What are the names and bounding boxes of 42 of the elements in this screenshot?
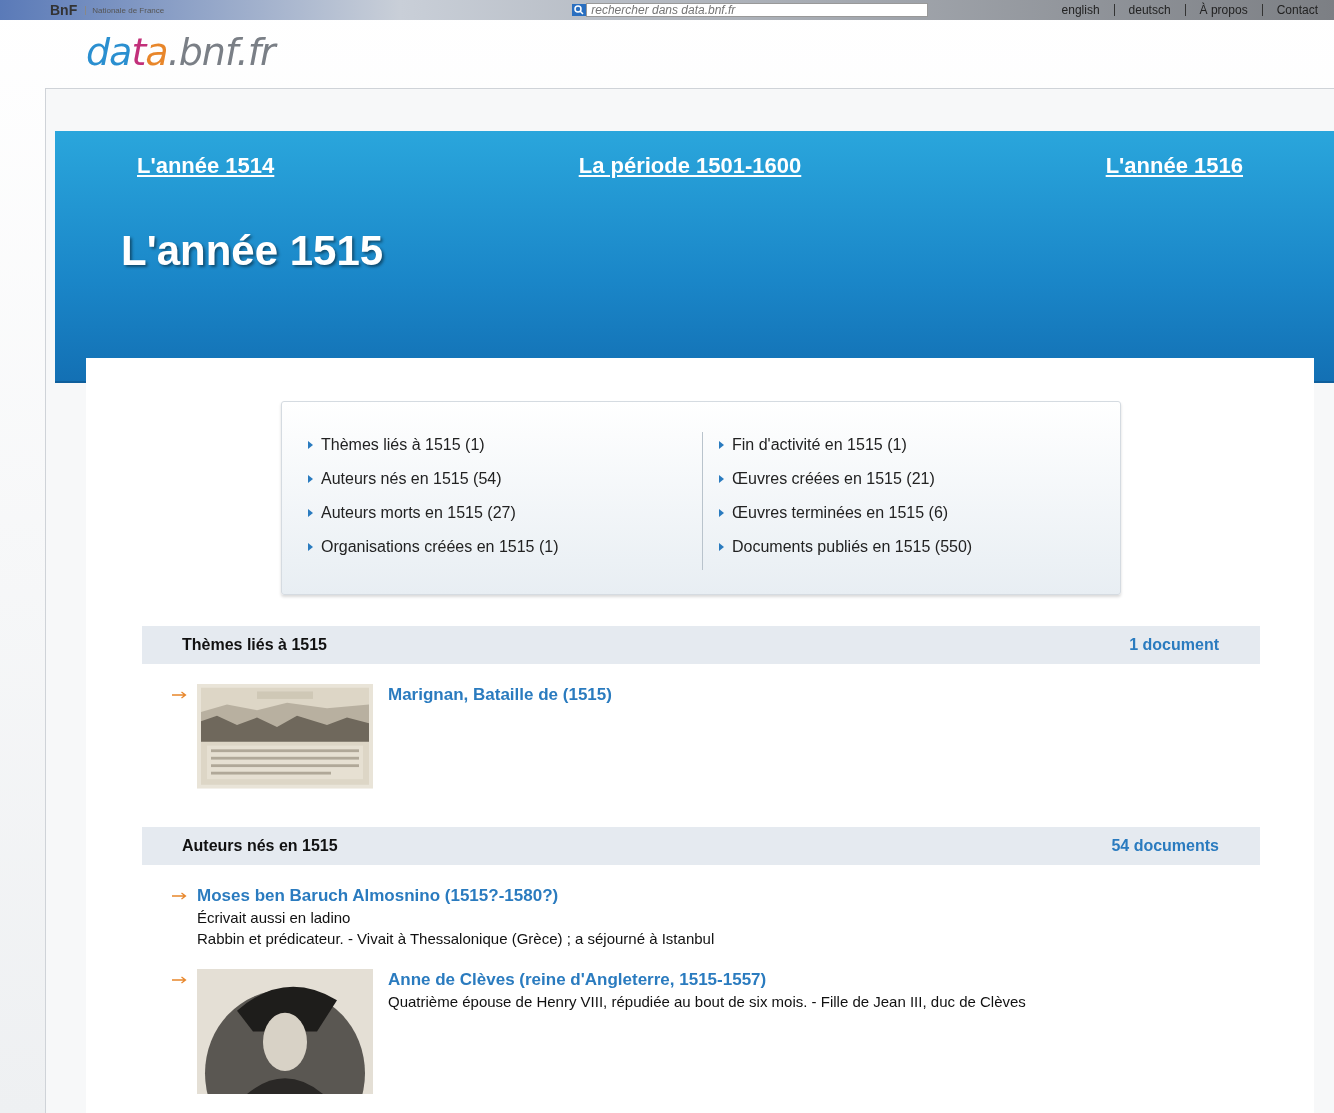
bullet-icon: [719, 475, 724, 483]
result-title-link[interactable]: Anne de Clèves (reine d'Angleterre, 1515-1557): [388, 970, 767, 989]
bullet-icon: [308, 475, 313, 483]
search-icon: [572, 4, 587, 16]
search-field[interactable]: rechercher dans data.bnf.fr: [586, 3, 929, 17]
bullet-icon: [719, 543, 724, 551]
section-title: Auteurs nés en 1515: [182, 837, 338, 855]
arrow-icon: [172, 976, 187, 984]
result-description: Écrivait aussi en ladino: [197, 908, 352, 928]
summary-link[interactable]: Œuvres créées en 1515 (21): [732, 470, 935, 488]
arrow-icon: [172, 691, 187, 699]
section-title: Thèmes liés à 1515: [182, 636, 327, 654]
summary-link[interactable]: Organisations créées en 1515 (1): [321, 538, 559, 556]
summary-link[interactable]: Documents publiés en 1515 (550): [732, 538, 973, 556]
site-logo[interactable]: data.bnf.fr: [0, 20, 1334, 88]
page-title: L'année 1515: [121, 227, 385, 275]
nav-link[interactable]: Contact: [1276, 3, 1318, 17]
result-description: Quatrième épouse de Henry VIII, répudiée au bout de six mois. - Fille de Jean III, duc de Clèves: [388, 992, 1026, 1012]
result-description: Rabbin et prédicateur. - Vivait à Thessalonique (Grèce) ; a séjourné à Istanbul: [197, 929, 715, 949]
result-title-link[interactable]: Marignan, Bataille de (1515): [388, 685, 612, 704]
summary-link[interactable]: Auteurs nés en 1515 (54): [321, 470, 502, 488]
document-count-link[interactable]: 54 documents: [1111, 837, 1219, 855]
next-year-link[interactable]: L'année 1516: [1105, 153, 1243, 179]
bullet-icon: [308, 543, 313, 551]
bullet-icon: [308, 441, 313, 449]
nav-link[interactable]: À propos: [1199, 3, 1248, 17]
org-label: Nationale de France: [85, 5, 165, 15]
document-count-link[interactable]: 1 document: [1129, 636, 1219, 654]
brand-logo[interactable]: BnF: [50, 2, 78, 18]
bullet-icon: [719, 441, 724, 449]
summary-link[interactable]: Fin d'activité en 1515 (1): [732, 436, 907, 454]
bullet-icon: [308, 509, 313, 517]
summary-link[interactable]: Auteurs morts en 1515 (27): [321, 504, 516, 522]
arrow-icon: [172, 892, 187, 900]
nav-link[interactable]: english: [1061, 3, 1100, 17]
previous-year-link[interactable]: L'année 1514: [137, 153, 275, 179]
period-link[interactable]: La période 1501-1600: [578, 153, 802, 179]
nav-link[interactable]: deutsch: [1128, 3, 1171, 17]
result-title-link[interactable]: Moses ben Baruch Almosnino (1515?-1580?): [197, 886, 559, 905]
summary-link[interactable]: Thèmes liés à 1515 (1): [321, 436, 485, 454]
summary-link[interactable]: Œuvres terminées en 1515 (6): [732, 504, 949, 522]
bullet-icon: [719, 509, 724, 517]
